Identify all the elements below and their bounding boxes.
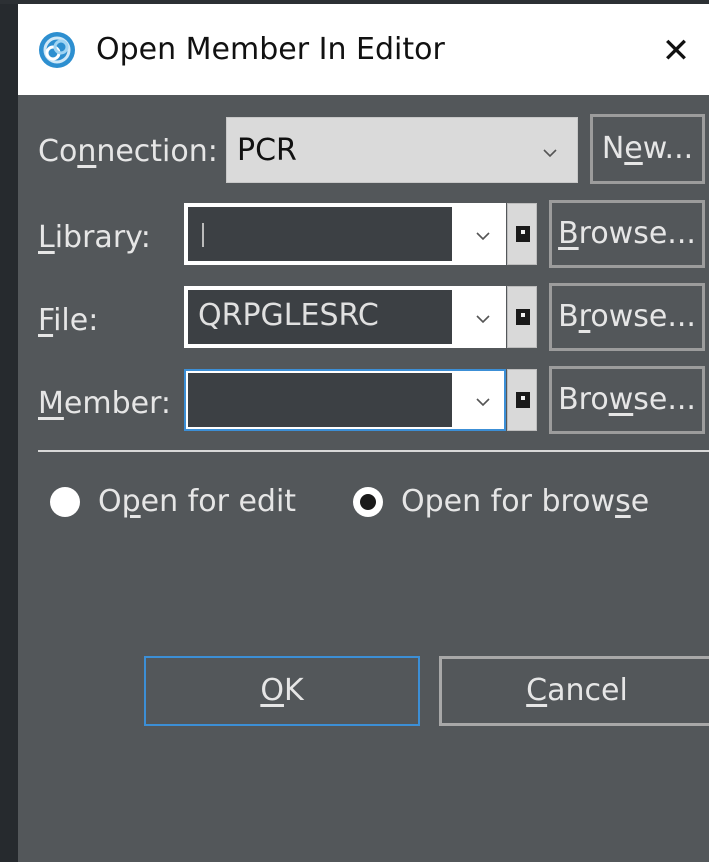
file-lock-button[interactable]	[507, 286, 537, 348]
connection-label: Connection:	[38, 134, 218, 169]
open-for-browse-radio[interactable]	[353, 487, 383, 517]
chevron-down-icon	[543, 149, 557, 158]
text-cursor	[202, 223, 204, 247]
library-label: Library:	[38, 220, 151, 255]
file-value: QRPGLESRC	[198, 298, 379, 333]
open-for-browse-label[interactable]: Open for browse	[401, 482, 649, 522]
new-connection-button[interactable]: New...	[590, 114, 705, 184]
member-combo[interactable]	[184, 369, 506, 431]
window-title: Open Member In Editor	[96, 32, 445, 67]
file-combo[interactable]: QRPGLESRC	[184, 286, 506, 348]
lock-icon	[516, 392, 530, 408]
separator	[38, 450, 709, 452]
lock-icon	[516, 226, 530, 242]
connection-select[interactable]: PCR	[226, 117, 578, 183]
connection-value: PCR	[237, 133, 297, 168]
library-combo[interactable]	[184, 203, 506, 265]
app-logo-icon	[39, 32, 75, 68]
library-input[interactable]	[188, 207, 452, 261]
member-lock-button[interactable]	[507, 369, 537, 431]
member-input[interactable]	[188, 373, 452, 427]
open-for-edit-label[interactable]: Open for edit	[98, 482, 296, 522]
member-browse-button[interactable]: Browse...	[549, 366, 705, 434]
library-lock-button[interactable]	[507, 203, 537, 265]
member-label: Member:	[38, 386, 171, 421]
title-bar: Open Member In Editor ✕	[18, 4, 709, 95]
lock-icon	[516, 309, 530, 325]
background-strip	[0, 0, 18, 862]
library-browse-button[interactable]: Browse...	[549, 200, 705, 268]
close-icon[interactable]: ✕	[656, 31, 696, 71]
chevron-down-icon[interactable]	[474, 393, 492, 411]
chevron-down-icon[interactable]	[474, 227, 492, 245]
open-for-edit-radio[interactable]	[50, 487, 80, 517]
file-browse-button[interactable]: Browse...	[549, 283, 705, 351]
ok-button[interactable]: OK	[144, 656, 420, 726]
file-input[interactable]: QRPGLESRC	[188, 290, 452, 344]
file-label: File:	[38, 303, 99, 338]
chevron-down-icon[interactable]	[474, 310, 492, 328]
open-member-dialog: Open Member In Editor ✕ Connection: PCR …	[18, 4, 709, 862]
cancel-button[interactable]: Cancel	[439, 656, 709, 726]
